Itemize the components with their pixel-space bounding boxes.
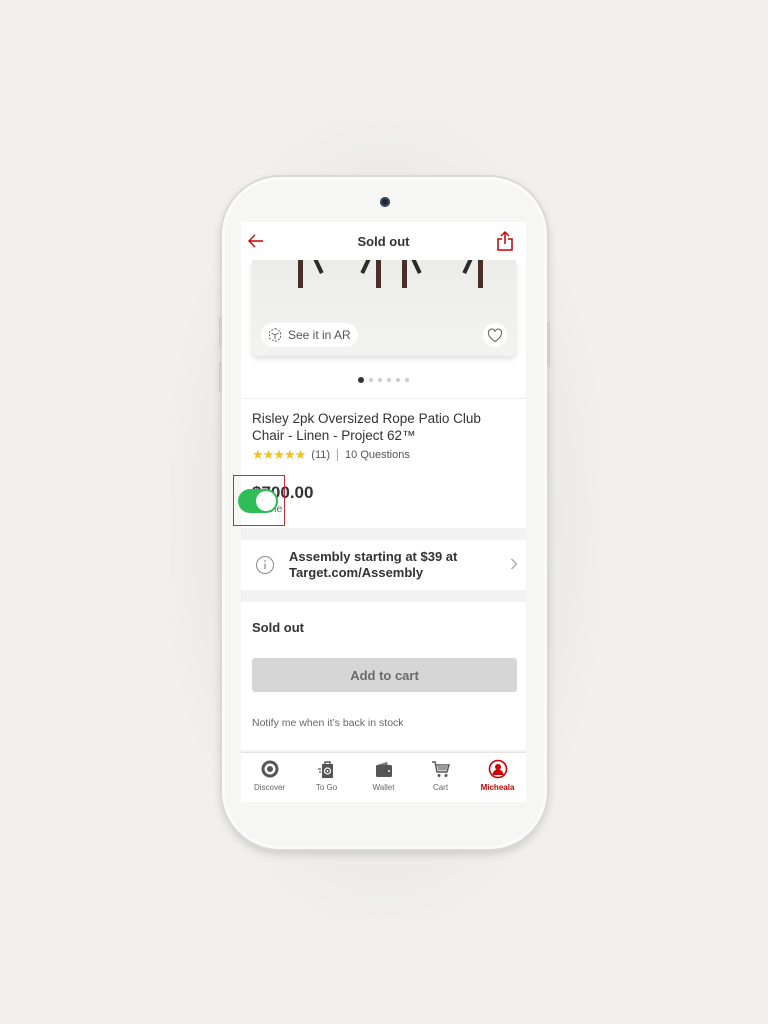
bottom-tab-bar: Discover To Go Wallet Cart Micheala	[241, 752, 526, 802]
notify-label: Notify me when it’s back in stock	[252, 717, 404, 729]
divider	[337, 449, 339, 461]
tab-to-go[interactable]: To Go	[298, 753, 355, 802]
questions-link[interactable]: 10 Questions	[345, 449, 410, 461]
stock-status: Sold out	[252, 620, 304, 635]
favorite-button[interactable]	[483, 323, 507, 347]
chair-leg	[410, 260, 422, 275]
ar-cube-icon	[269, 327, 281, 343]
review-count-link[interactable]: (11)	[311, 449, 330, 461]
carousel-dot[interactable]	[405, 378, 409, 382]
page-title: Sold out	[357, 233, 410, 249]
tab-label: Micheala	[480, 783, 515, 792]
product-image[interactable]: See it in AR	[252, 260, 516, 356]
chair-leg	[298, 260, 303, 288]
heart-icon	[487, 328, 503, 342]
carousel-dot[interactable]	[378, 378, 382, 382]
share-button[interactable]	[496, 230, 514, 252]
wallet-icon	[374, 759, 394, 779]
star-rating[interactable]: ★★★★★	[252, 447, 306, 463]
rating-row: ★★★★★ (11) 10 Questions	[252, 447, 410, 463]
carousel-dot[interactable]	[369, 378, 373, 382]
chair-leg	[402, 260, 407, 288]
carousel-dot[interactable]	[396, 378, 400, 382]
tab-discover[interactable]: Discover	[241, 753, 298, 802]
phone-button	[219, 317, 222, 347]
assembly-text: Assembly starting at $39 at Target.com/A…	[289, 549, 457, 581]
see-in-ar-button[interactable]: See it in AR	[261, 323, 358, 347]
phone-button	[547, 322, 550, 367]
chair-leg	[312, 260, 324, 275]
shopping-bag-icon	[317, 759, 337, 779]
front-camera	[380, 197, 390, 207]
buy-box: Sold out Add to cart Notify me when it’s…	[241, 602, 526, 750]
arrow-left-icon	[248, 234, 263, 248]
see-in-ar-label: See it in AR	[288, 328, 351, 342]
tab-label: To Go	[315, 783, 338, 792]
cart-icon	[431, 759, 451, 779]
profile-icon	[488, 759, 508, 779]
carousel-dot[interactable]	[358, 377, 364, 383]
chair-leg	[376, 260, 381, 288]
back-button[interactable]	[247, 232, 265, 250]
assembly-line-1: Assembly starting at $39 at	[289, 549, 458, 564]
product-title: Risley 2pk Oversized Rope Patio Club Cha…	[252, 411, 481, 443]
highlight-box	[233, 475, 285, 526]
chevron-right-icon	[511, 558, 518, 570]
assembly-banner[interactable]: Assembly starting at $39 at Target.com/A…	[241, 540, 526, 590]
tab-label: Discover	[253, 783, 286, 792]
tab-cart[interactable]: Cart	[412, 753, 469, 802]
carousel-dot[interactable]	[387, 378, 391, 382]
chair-leg	[360, 260, 372, 275]
carousel-indicator	[241, 377, 526, 383]
target-logo-icon	[260, 759, 280, 779]
assembly-line-2: Target.com/Assembly	[289, 565, 424, 580]
tab-label: Cart	[432, 783, 449, 792]
share-icon	[497, 230, 513, 251]
product-gallery: See it in AR	[241, 260, 526, 410]
info-icon	[256, 556, 274, 574]
phone-button	[219, 362, 222, 392]
tab-label: Wallet	[372, 783, 395, 792]
top-nav-bar: Sold out	[241, 222, 526, 260]
add-to-cart-button[interactable]: Add to cart	[252, 658, 517, 692]
tab-profile[interactable]: Micheala	[469, 753, 526, 802]
chair-leg	[478, 260, 483, 288]
tab-wallet[interactable]: Wallet	[355, 753, 412, 802]
chair-leg	[462, 260, 474, 275]
